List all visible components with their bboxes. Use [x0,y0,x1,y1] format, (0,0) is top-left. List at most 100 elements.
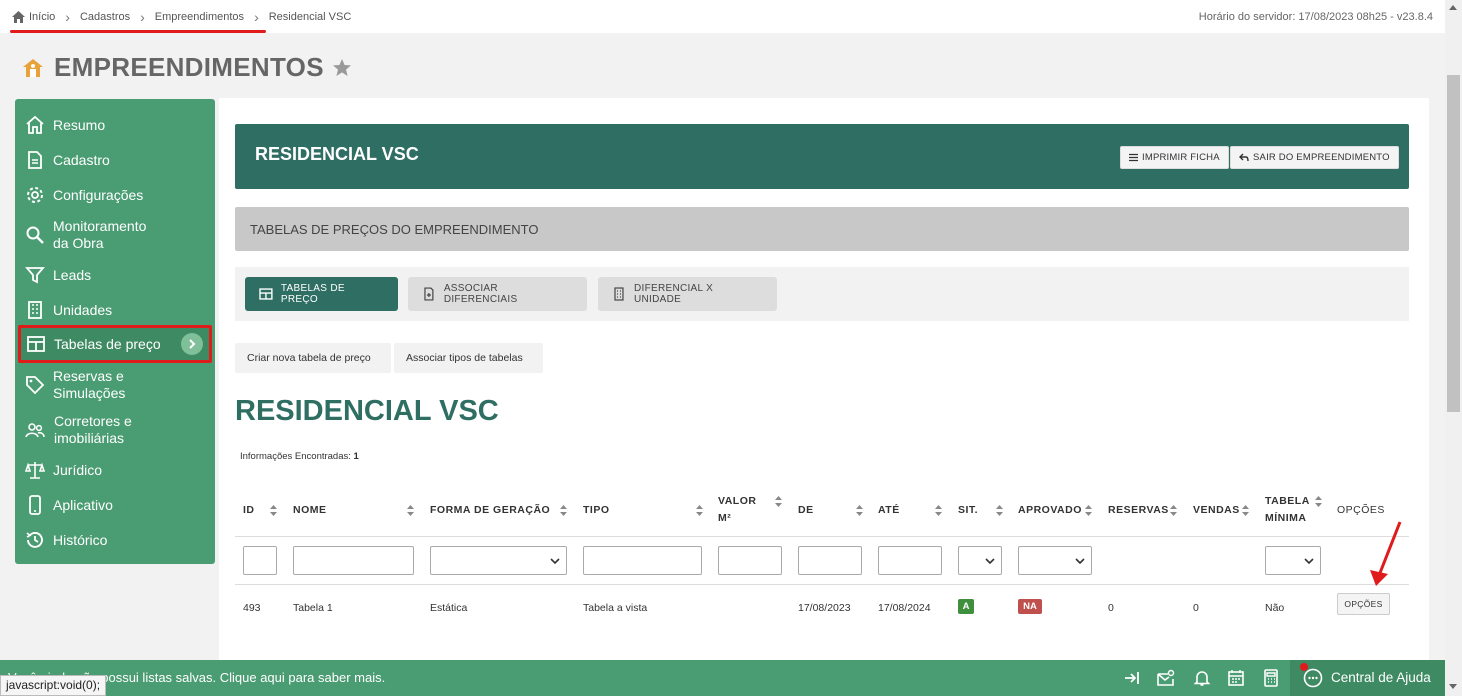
approval-badge: NA [1018,599,1042,614]
sidebar: Resumo Cadastro Configurações Monitorame… [15,99,215,564]
cell-vendas: 0 [1193,602,1199,614]
column-header-tabela-minima[interactable]: TABELA MÍNIMA [1265,493,1315,527]
building-logo-icon [23,58,43,77]
breadcrumb-home[interactable]: Início [12,10,55,23]
sort-icon[interactable] [856,505,863,516]
breadcrumb: Início › Cadastros › Empreendimentos › R… [12,9,351,25]
column-header-aprovado[interactable]: APROVADO [1018,502,1082,519]
sidebar-item-tabelas-de-preco[interactable]: Tabelas de preço [18,325,212,363]
column-header-tipo[interactable]: TIPO [583,502,610,519]
sort-icon[interactable] [775,496,782,507]
column-header-de[interactable]: DE [798,502,814,519]
associate-table-types-button[interactable]: Associar tipos de tabelas [394,343,543,373]
exit-button-label: SAIR DO EMPREENDIMENTO [1253,152,1390,163]
calendar-icon[interactable] [1227,669,1245,687]
filter-valor-input[interactable] [718,546,782,575]
favorite-star-icon[interactable] [332,58,352,78]
home-icon [12,10,25,23]
sidebar-item-reservas[interactable]: Reservas e Simulações [15,367,215,403]
users-icon [25,423,45,438]
help-center-button[interactable]: Central de Ajuda [1290,660,1445,696]
column-header-id[interactable]: ID [243,502,255,519]
scrollbar-thumb[interactable] [1447,75,1460,412]
sidebar-item-historico[interactable]: Histórico [15,530,215,550]
sidebar-item-resumo[interactable]: Resumo [15,115,215,135]
column-header-ate[interactable]: ATÉ [878,502,900,519]
breadcrumb-highlight [10,30,266,33]
filter-ate-input[interactable] [878,546,942,575]
tab-label: TABELAS DE PREÇO [280,283,345,305]
home-icon [26,115,44,134]
tab-tabelas-de-preco[interactable]: TABELAS DE PREÇO [245,277,398,311]
exit-project-button[interactable]: SAIR DO EMPREENDIMENTO [1230,146,1399,169]
filter-tabela-minima-select[interactable] [1265,546,1321,575]
sidebar-item-label: Histórico [53,531,108,548]
reply-icon [1239,153,1249,162]
main-panel: RESIDENCIAL VSC IMPRIMIR FICHA SAIR DO E… [219,98,1429,660]
divider [235,584,1409,585]
building-icon [614,287,624,301]
filter-aprovado-select[interactable] [1018,546,1092,575]
sidebar-item-corretores[interactable]: Corretores e imobiliárias [15,412,215,448]
filter-sit-select[interactable] [958,546,1002,575]
sort-icon[interactable] [1242,505,1249,516]
sidebar-item-cadastro[interactable]: Cadastro [15,150,215,170]
column-header-forma[interactable]: FORMA DE GERAÇÃO [430,502,550,519]
sidebar-item-unidades[interactable]: Unidades [15,300,215,320]
project-header: RESIDENCIAL VSC IMPRIMIR FICHA SAIR DO E… [235,124,1409,189]
chevron-down-icon [550,558,560,565]
sort-icon[interactable] [696,505,703,516]
sort-icon[interactable] [407,505,414,516]
column-header-sit[interactable]: SIT. [958,502,978,519]
filter-forma-select[interactable] [430,546,567,575]
filter-id-input[interactable] [243,546,277,575]
column-header-reservas[interactable]: RESERVAS [1108,502,1169,519]
sidebar-item-monitoramento[interactable]: Monitoramento da Obra [15,217,215,253]
sort-icon[interactable] [935,505,942,516]
filter-de-input[interactable] [798,546,862,575]
sidebar-item-label: Corretores e imobiliárias [54,413,132,446]
sidebar-item-juridico[interactable]: Jurídico [15,460,215,480]
breadcrumb-cadastros[interactable]: Cadastros [80,11,130,23]
tab-diferencial-x-unidade[interactable]: DIFERENCIAL X UNIDADE [598,277,777,311]
breadcrumb-home-label[interactable]: Início [29,11,55,23]
sidebar-item-aplicativo[interactable]: Aplicativo [15,495,215,515]
chat-help-icon [1303,668,1323,688]
sidebar-item-configuracoes[interactable]: Configurações [15,185,215,205]
tab-associar-diferenciais[interactable]: ASSOCIAR DIFERENCIAIS [408,277,587,311]
sort-icon[interactable] [560,505,567,516]
column-header-opcoes: OPÇÕES [1337,504,1385,516]
mail-settings-icon[interactable] [1157,669,1175,687]
vertical-scrollbar[interactable] [1445,0,1462,696]
column-header-nome[interactable]: NOME [293,502,327,519]
list-icon [1129,153,1138,162]
column-header-valor-m2[interactable]: VALOR M² [718,493,763,527]
sort-icon[interactable] [270,505,277,516]
collapse-right-icon[interactable] [1123,669,1141,687]
sort-icon[interactable] [1170,505,1177,516]
filter-nome-input[interactable] [293,546,414,575]
create-price-table-button[interactable]: Criar nova tabela de preço [235,343,391,373]
content-title: RESIDENCIAL VSC [235,395,499,427]
section-header: TABELAS DE PREÇOS DO EMPREENDIMENTO [235,207,1409,251]
annotation-arrow-icon [1370,521,1402,586]
column-header-vendas[interactable]: VENDAS [1193,502,1240,519]
calculator-icon[interactable] [1262,669,1280,687]
options-button[interactable]: OPÇÕES [1337,593,1390,615]
building-icon [28,301,42,319]
breadcrumb-empreendimentos[interactable]: Empreendimentos [155,11,244,23]
sort-icon[interactable] [1315,496,1322,507]
filter-icon [25,267,45,284]
sort-icon[interactable] [996,505,1003,516]
sort-icon[interactable] [1085,505,1092,516]
search-icon [26,226,44,244]
filter-tipo-input[interactable] [583,546,702,575]
bottom-bar: Você ainda não possui listas salvas. Cli… [0,660,1445,696]
scroll-up-icon[interactable] [1449,5,1457,10]
print-button[interactable]: IMPRIMIR FICHA [1120,146,1229,169]
page-title-text: EMPREENDIMENTOS [54,52,324,82]
sidebar-item-leads[interactable]: Leads [15,265,215,285]
scroll-down-icon[interactable] [1449,684,1457,689]
bell-icon[interactable] [1193,669,1211,687]
cell-ate: 17/08/2024 [878,602,931,614]
